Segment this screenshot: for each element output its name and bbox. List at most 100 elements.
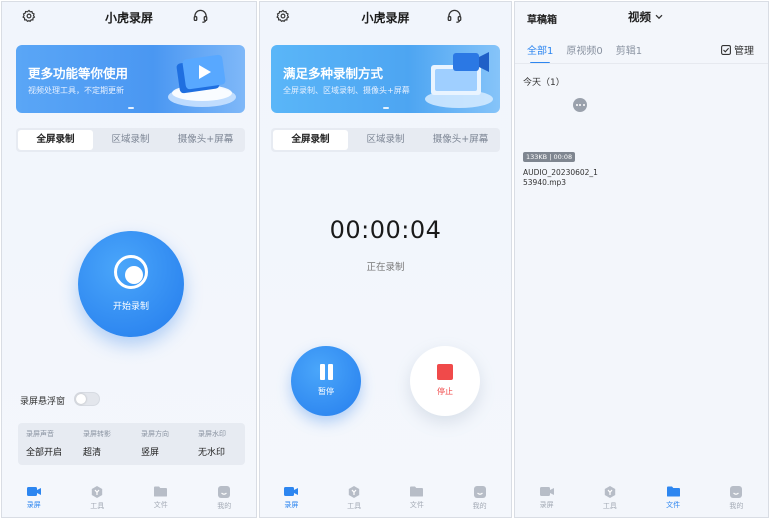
nav-tools[interactable]: 工具 [66, 479, 130, 517]
nav-profile[interactable]: 我的 [193, 479, 257, 517]
setting-audio-label: 录屏声音 [26, 430, 54, 438]
nav-record[interactable]: 录屏 [515, 479, 578, 517]
tab-original-video[interactable]: 原视频0 [566, 42, 602, 57]
banner-page-indicator [382, 107, 389, 109]
recording-screen: 小虎录屏 满足多种录制方式 全屏录制、区域录制、摄像头+屏幕 全屏录制 区域录制… [259, 1, 512, 518]
tab-camera-screen[interactable]: 摄像头+屏幕 [168, 130, 243, 150]
pause-icon [318, 364, 334, 380]
promo-banner[interactable]: 满足多种录制方式 全屏录制、区域录制、摄像头+屏幕 [271, 45, 500, 113]
banner-page-indicator [127, 107, 134, 109]
setting-quality[interactable]: 录屏转影 超清 [83, 429, 140, 458]
setting-audio[interactable]: 录屏声音 全部开启 [26, 429, 83, 458]
tab-fullscreen[interactable]: 全屏录制 [18, 130, 93, 150]
chevron-down-icon [655, 14, 663, 20]
edit-checkbox-icon [721, 44, 731, 55]
setting-watermark[interactable]: 录屏水印 无水印 [198, 429, 255, 458]
setting-orientation-label: 录屏方向 [141, 430, 169, 438]
banner-subtitle: 视频处理工具，不定期更新 [28, 86, 124, 95]
nav-record[interactable]: 录屏 [260, 479, 323, 517]
more-options-icon[interactable] [573, 98, 587, 112]
nav-profile[interactable]: 我的 [448, 479, 511, 517]
folder-icon [410, 486, 424, 497]
setting-audio-value: 全部开启 [26, 448, 63, 458]
record-mode-tabs: 全屏录制 区域录制 摄像头+屏幕 [16, 128, 245, 152]
media-type-value: 视频 [628, 10, 651, 24]
video-tool-illustration-icon [154, 51, 244, 111]
record-icon [114, 255, 148, 289]
nav-tools-label: 工具 [90, 502, 105, 510]
tools-icon [348, 486, 360, 498]
setting-quality-label: 录屏转影 [83, 430, 111, 438]
manage-label: 管理 [734, 46, 754, 57]
stop-icon [437, 364, 453, 380]
bottom-nav: 录屏 工具 文件 我的 [2, 479, 256, 517]
profile-icon [473, 486, 486, 498]
drafts-title: 草稿箱 [527, 15, 557, 26]
nav-profile-label: 我的 [217, 502, 232, 510]
pause-button[interactable]: 暂停 [291, 346, 361, 416]
nav-profile[interactable]: 我的 [705, 479, 768, 517]
file-filter-tabs: 全部1 原视频0 剪辑1 [527, 42, 655, 64]
record-settings-card: 录屏声音 全部开启 录屏转影 超清 录屏方向 竖屏 录屏水印 无水印 [18, 423, 245, 465]
headset-support-icon[interactable] [193, 9, 208, 23]
app-title: 小虎录屏 [361, 11, 410, 25]
stop-button[interactable]: 停止 [410, 346, 480, 416]
tools-icon [604, 486, 616, 498]
pause-label: 暂停 [318, 387, 334, 396]
nav-tools-label: 工具 [602, 502, 617, 510]
setting-watermark-label: 录屏水印 [198, 430, 226, 438]
bottom-nav: 录屏 工具 文件 我的 [260, 479, 511, 517]
banner-subtitle: 全屏录制、区域录制、摄像头+屏幕 [283, 86, 410, 95]
nav-tools[interactable]: 工具 [323, 479, 386, 517]
nav-files[interactable]: 文件 [386, 479, 449, 517]
setting-orientation[interactable]: 录屏方向 竖屏 [141, 429, 198, 458]
camera-icon [26, 486, 41, 497]
nav-record-label: 录屏 [284, 501, 299, 509]
start-record-button[interactable]: 开始录制 [78, 231, 184, 337]
record-home-screen: 小虎录屏 更多功能等你使用 视频处理工具，不定期更新 全屏录制 区域录制 摄像头… [1, 1, 257, 518]
camera-icon [539, 486, 554, 497]
floating-window-toggle[interactable] [74, 392, 100, 406]
header-divider [515, 63, 768, 64]
record-dot [125, 266, 143, 284]
start-record-label: 开始录制 [112, 302, 149, 312]
media-type-dropdown[interactable]: 视频 [628, 9, 663, 25]
nav-tools-label: 工具 [347, 502, 362, 510]
tools-icon [91, 486, 103, 498]
tab-region[interactable]: 区域录制 [348, 130, 423, 150]
nav-files[interactable]: 文件 [642, 479, 705, 517]
nav-files-label: 文件 [666, 501, 681, 509]
camera-screen-illustration-icon [413, 51, 500, 111]
nav-files-label: 文件 [153, 501, 168, 509]
banner-title: 满足多种录制方式 [283, 66, 384, 81]
date-group-label: 今天（1） [523, 78, 565, 88]
nav-record[interactable]: 录屏 [2, 479, 66, 517]
tab-region[interactable]: 区域录制 [93, 130, 168, 150]
nav-record-label: 录屏 [26, 501, 41, 509]
stop-label: 停止 [437, 387, 453, 396]
floating-window-label: 录屏悬浮窗 [20, 397, 66, 407]
file-name[interactable]: AUDIO_20230602_153940.mp3 [523, 168, 601, 188]
nav-files[interactable]: 文件 [129, 479, 193, 517]
recording-status: 正在录制 [366, 262, 405, 273]
headset-support-icon[interactable] [447, 9, 462, 23]
camera-icon [284, 486, 299, 497]
nav-record-label: 录屏 [539, 501, 554, 509]
toggle-knob [76, 394, 86, 404]
recording-timer: 00:00:04 [329, 216, 442, 244]
profile-icon [730, 486, 743, 498]
banner-title: 更多功能等你使用 [28, 66, 129, 81]
tab-camera-screen[interactable]: 摄像头+屏幕 [423, 130, 498, 150]
app-title: 小虎录屏 [104, 11, 153, 25]
tab-all[interactable]: 全部1 [527, 42, 553, 64]
promo-banner[interactable]: 更多功能等你使用 视频处理工具，不定期更新 [16, 45, 245, 113]
manage-button[interactable]: 管理 [721, 42, 754, 57]
bottom-nav: 录屏 工具 文件 我的 [515, 479, 768, 517]
nav-tools[interactable]: 工具 [578, 479, 641, 517]
setting-quality-value: 超清 [83, 448, 102, 458]
setting-watermark-value: 无水印 [198, 448, 226, 458]
nav-profile-label: 我的 [472, 502, 487, 510]
tab-edited[interactable]: 剪辑1 [616, 42, 642, 57]
tab-fullscreen[interactable]: 全屏录制 [273, 130, 348, 150]
file-meta-badge: 133KB | 00:08 [523, 152, 576, 162]
